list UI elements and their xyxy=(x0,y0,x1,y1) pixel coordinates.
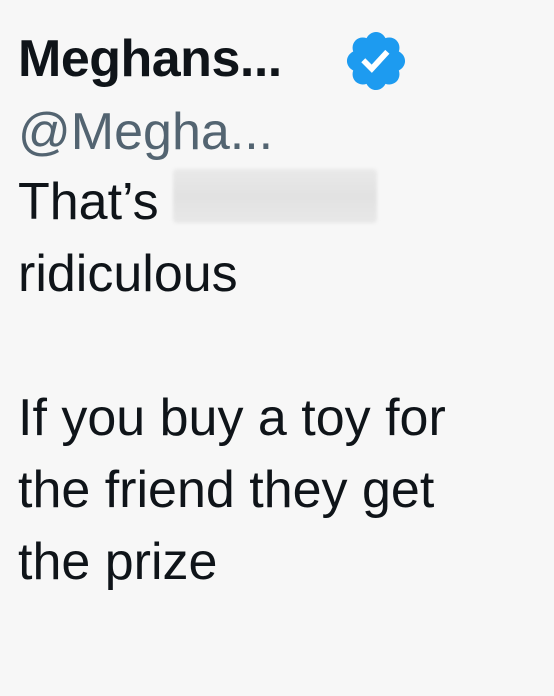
redacted-text-block xyxy=(172,169,377,223)
verified-badge-icon xyxy=(346,31,405,91)
user-handle[interactable]: @Megha... xyxy=(18,102,538,162)
tweet-card: Meghans... @Megha... That’s ridiculous I… xyxy=(18,28,538,598)
display-name[interactable]: Meghans... xyxy=(18,28,282,90)
tweet-line-3: If you buy a toy for xyxy=(18,389,446,447)
tweet-line-4: the friend they get xyxy=(18,461,435,519)
tweet-text: That’s xyxy=(18,173,159,231)
tweet-line-5: the prize xyxy=(18,533,218,591)
tweet-body: That’s ridiculous If you buy a toy for t… xyxy=(18,166,538,598)
tweet-line-2: ridiculous xyxy=(18,245,238,303)
tweet-header: Meghans... xyxy=(18,28,538,91)
tweet-line-1: That’s xyxy=(18,166,538,238)
